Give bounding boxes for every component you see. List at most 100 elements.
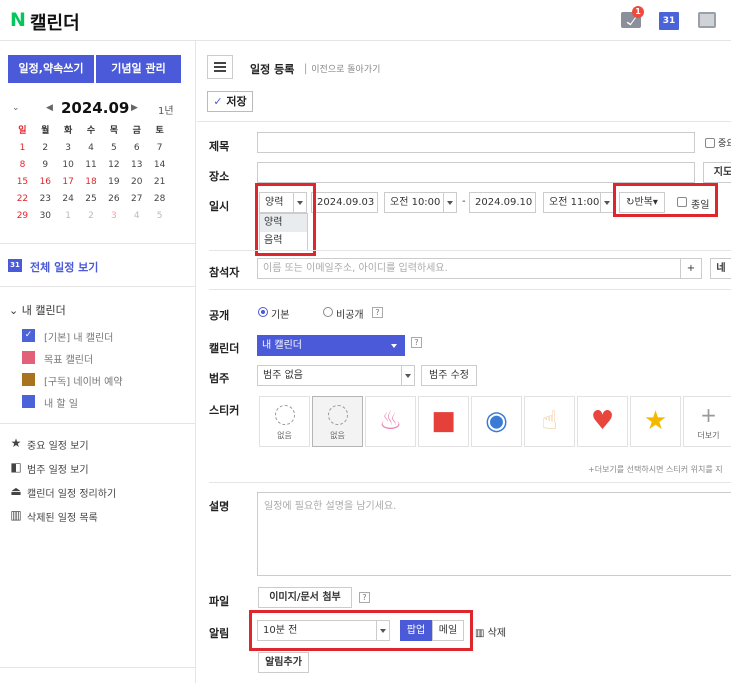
- day-cell[interactable]: 26: [102, 191, 125, 208]
- important-checkbox[interactable]: [705, 138, 715, 148]
- visibility-private-radio[interactable]: [323, 307, 333, 317]
- day-cell[interactable]: 5: [148, 208, 171, 225]
- sticker-heart[interactable]: ♥: [577, 396, 628, 447]
- calendar-select[interactable]: 내 캘린더: [257, 335, 405, 356]
- description-textarea[interactable]: 일정에 필요한 설명을 남기세요.: [257, 492, 731, 576]
- day-cell[interactable]: 11: [80, 157, 103, 174]
- apps-grid-icon[interactable]: [698, 12, 716, 28]
- naver-logo[interactable]: N: [10, 9, 26, 31]
- attendee-add-button[interactable]: +: [680, 258, 702, 279]
- day-cell[interactable]: 27: [125, 191, 148, 208]
- alarm-delete-button[interactable]: ▥ 삭제: [475, 624, 506, 639]
- chevron-down-icon[interactable]: [401, 365, 415, 386]
- sticker-search-doc[interactable]: ◉: [471, 396, 522, 447]
- save-button[interactable]: ✓ 저장: [207, 91, 253, 112]
- color-swatch-icon[interactable]: [22, 373, 35, 386]
- highlight-box: [249, 610, 473, 651]
- day-cell[interactable]: 30: [34, 208, 57, 225]
- day-cell[interactable]: 3: [102, 208, 125, 225]
- sticker-star[interactable]: ★: [630, 396, 681, 447]
- map-button[interactable]: 지도: [703, 162, 731, 183]
- attendee-extra-button[interactable]: 네: [710, 258, 731, 279]
- attendee-label: 참석자: [209, 266, 240, 279]
- day-cell[interactable]: 29: [11, 208, 34, 225]
- category-select[interactable]: 범주 없음: [257, 365, 402, 386]
- color-swatch-icon[interactable]: [22, 395, 35, 408]
- day-cell[interactable]: 9: [34, 157, 57, 174]
- day-cell[interactable]: 25: [80, 191, 103, 208]
- start-time-select[interactable]: 오전 10:00: [384, 192, 444, 213]
- day-cell[interactable]: 13: [125, 157, 148, 174]
- help-icon[interactable]: ?: [372, 307, 383, 318]
- day-cell[interactable]: 17: [57, 174, 80, 191]
- day-cell[interactable]: 12: [102, 157, 125, 174]
- sticker-gift[interactable]: ■: [418, 396, 469, 447]
- day-cell[interactable]: 1: [57, 208, 80, 225]
- day-cell[interactable]: 3: [57, 140, 80, 157]
- day-cell[interactable]: 4: [80, 140, 103, 157]
- write-schedule-button[interactable]: 일정,약속쓰기: [8, 55, 94, 83]
- day-cell[interactable]: 19: [102, 174, 125, 191]
- day-cell[interactable]: 22: [11, 191, 34, 208]
- help-icon[interactable]: ?: [359, 592, 370, 603]
- chevron-down-icon[interactable]: [600, 192, 614, 213]
- prev-month-icon[interactable]: ◀: [46, 103, 53, 113]
- checked-checkbox-icon[interactable]: ✓: [22, 329, 35, 342]
- divider: [197, 121, 731, 122]
- chevron-down-icon[interactable]: [443, 192, 457, 213]
- next-month-icon[interactable]: ▶: [131, 103, 138, 113]
- visibility-default-radio[interactable]: [258, 307, 268, 317]
- attendee-input[interactable]: 이름 또는 이메일주소, 아이디를 입력하세요.: [257, 258, 681, 279]
- sticker-birthday-cake[interactable]: ♨: [365, 396, 416, 447]
- day-cell[interactable]: 21: [148, 174, 171, 191]
- calendar-app-icon[interactable]: 31: [659, 12, 679, 30]
- main-content: 일정 등록 │ 이전으로 돌아가기 ✓ 저장 제목 중요 장소 지도 일시 양력…: [197, 41, 731, 683]
- place-input[interactable]: [257, 162, 695, 183]
- day-cell[interactable]: 4: [125, 208, 148, 225]
- app-title[interactable]: 캘린더: [30, 9, 80, 35]
- day-cell[interactable]: 5: [102, 140, 125, 157]
- file-attach-button[interactable]: 이미지/문서 첨부: [258, 587, 352, 608]
- sticker-none-selected[interactable]: 없음: [312, 396, 363, 447]
- collapse-chevron-icon[interactable]: ⌄: [12, 103, 20, 113]
- day-cell[interactable]: 14: [148, 157, 171, 174]
- day-cell[interactable]: 28: [148, 191, 171, 208]
- my-calendar-header[interactable]: ⌄ 내 캘린더: [9, 302, 66, 318]
- day-cell[interactable]: 20: [125, 174, 148, 191]
- day-cell[interactable]: 1: [11, 140, 34, 157]
- color-swatch-icon[interactable]: [22, 351, 35, 364]
- week-row: 29 30 1 2 3 4 5: [11, 208, 171, 225]
- add-alarm-button[interactable]: 알림추가: [258, 652, 309, 673]
- sticker-more[interactable]: + 더보기: [683, 396, 731, 447]
- divider: [0, 667, 195, 668]
- save-label: 저장: [226, 95, 247, 108]
- category-edit-button[interactable]: 범주 수정: [421, 365, 477, 386]
- sticker-none[interactable]: 없음: [259, 396, 310, 447]
- day-cell[interactable]: 15: [11, 174, 34, 191]
- end-date-input[interactable]: 2024.09.10: [469, 192, 536, 213]
- day-cell[interactable]: 2: [80, 208, 103, 225]
- sticker-label: 없음: [277, 431, 292, 440]
- day-cell[interactable]: 2: [34, 140, 57, 157]
- weekday-header: 수: [86, 126, 96, 136]
- day-cell[interactable]: 6: [125, 140, 148, 157]
- day-cell[interactable]: 23: [34, 191, 57, 208]
- day-cell[interactable]: 16: [34, 174, 57, 191]
- hamburger-menu-button[interactable]: [207, 55, 233, 79]
- end-time-select[interactable]: 오전 11:00: [543, 192, 601, 213]
- calendar-item-label: 목표 캘린더: [44, 355, 94, 366]
- start-date-input[interactable]: 2024.09.03: [311, 192, 378, 213]
- title-input[interactable]: [257, 132, 695, 153]
- sticker-hand[interactable]: ☝: [524, 396, 575, 447]
- day-cell[interactable]: 24: [57, 191, 80, 208]
- back-link[interactable]: │ 이전으로 돌아가기: [303, 62, 380, 75]
- year-view-toggle[interactable]: 1년: [158, 102, 174, 117]
- day-cell[interactable]: 8: [11, 157, 34, 174]
- day-cell[interactable]: 10: [57, 157, 80, 174]
- day-cell[interactable]: 7: [148, 140, 171, 157]
- visibility-label: 공개: [209, 309, 230, 322]
- empty-face-icon: [328, 405, 348, 425]
- day-cell[interactable]: 18: [80, 174, 103, 191]
- help-icon[interactable]: ?: [411, 337, 422, 348]
- anniversary-manage-button[interactable]: 기념일 관리: [96, 55, 181, 83]
